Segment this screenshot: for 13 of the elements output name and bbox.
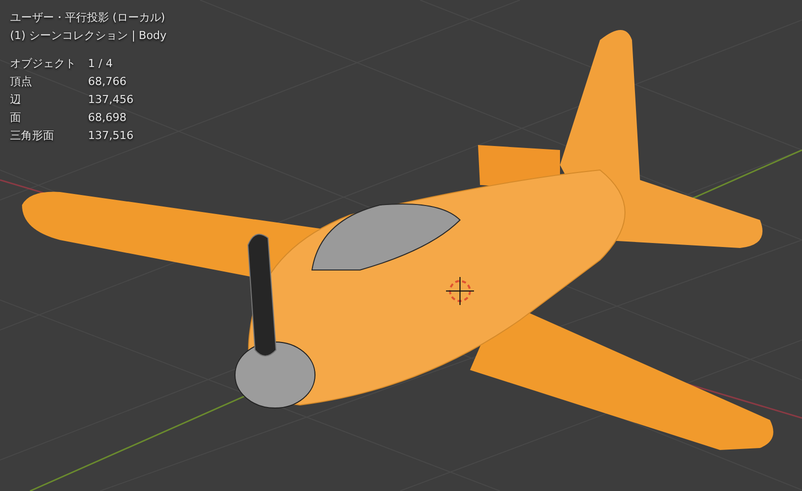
stat-value: 68,766	[88, 74, 128, 90]
stat-value: 137,516	[88, 128, 134, 144]
viewport-title: ユーザー・平行投影 (ローカル)	[10, 10, 166, 26]
stat-value: 137,456	[88, 92, 134, 108]
stat-label: 辺	[10, 92, 22, 108]
stat-value: 68,698	[88, 110, 128, 126]
stat-label: 頂点	[10, 74, 33, 90]
collection-label: (1) シーンコレクション | Body	[10, 28, 167, 44]
stat-label: 三角形面	[10, 128, 55, 144]
stat-value: 1 / 4	[88, 56, 114, 72]
stat-label: 面	[10, 110, 22, 126]
cursor-icon	[446, 276, 474, 306]
stat-label: オブジェクト	[10, 56, 77, 72]
